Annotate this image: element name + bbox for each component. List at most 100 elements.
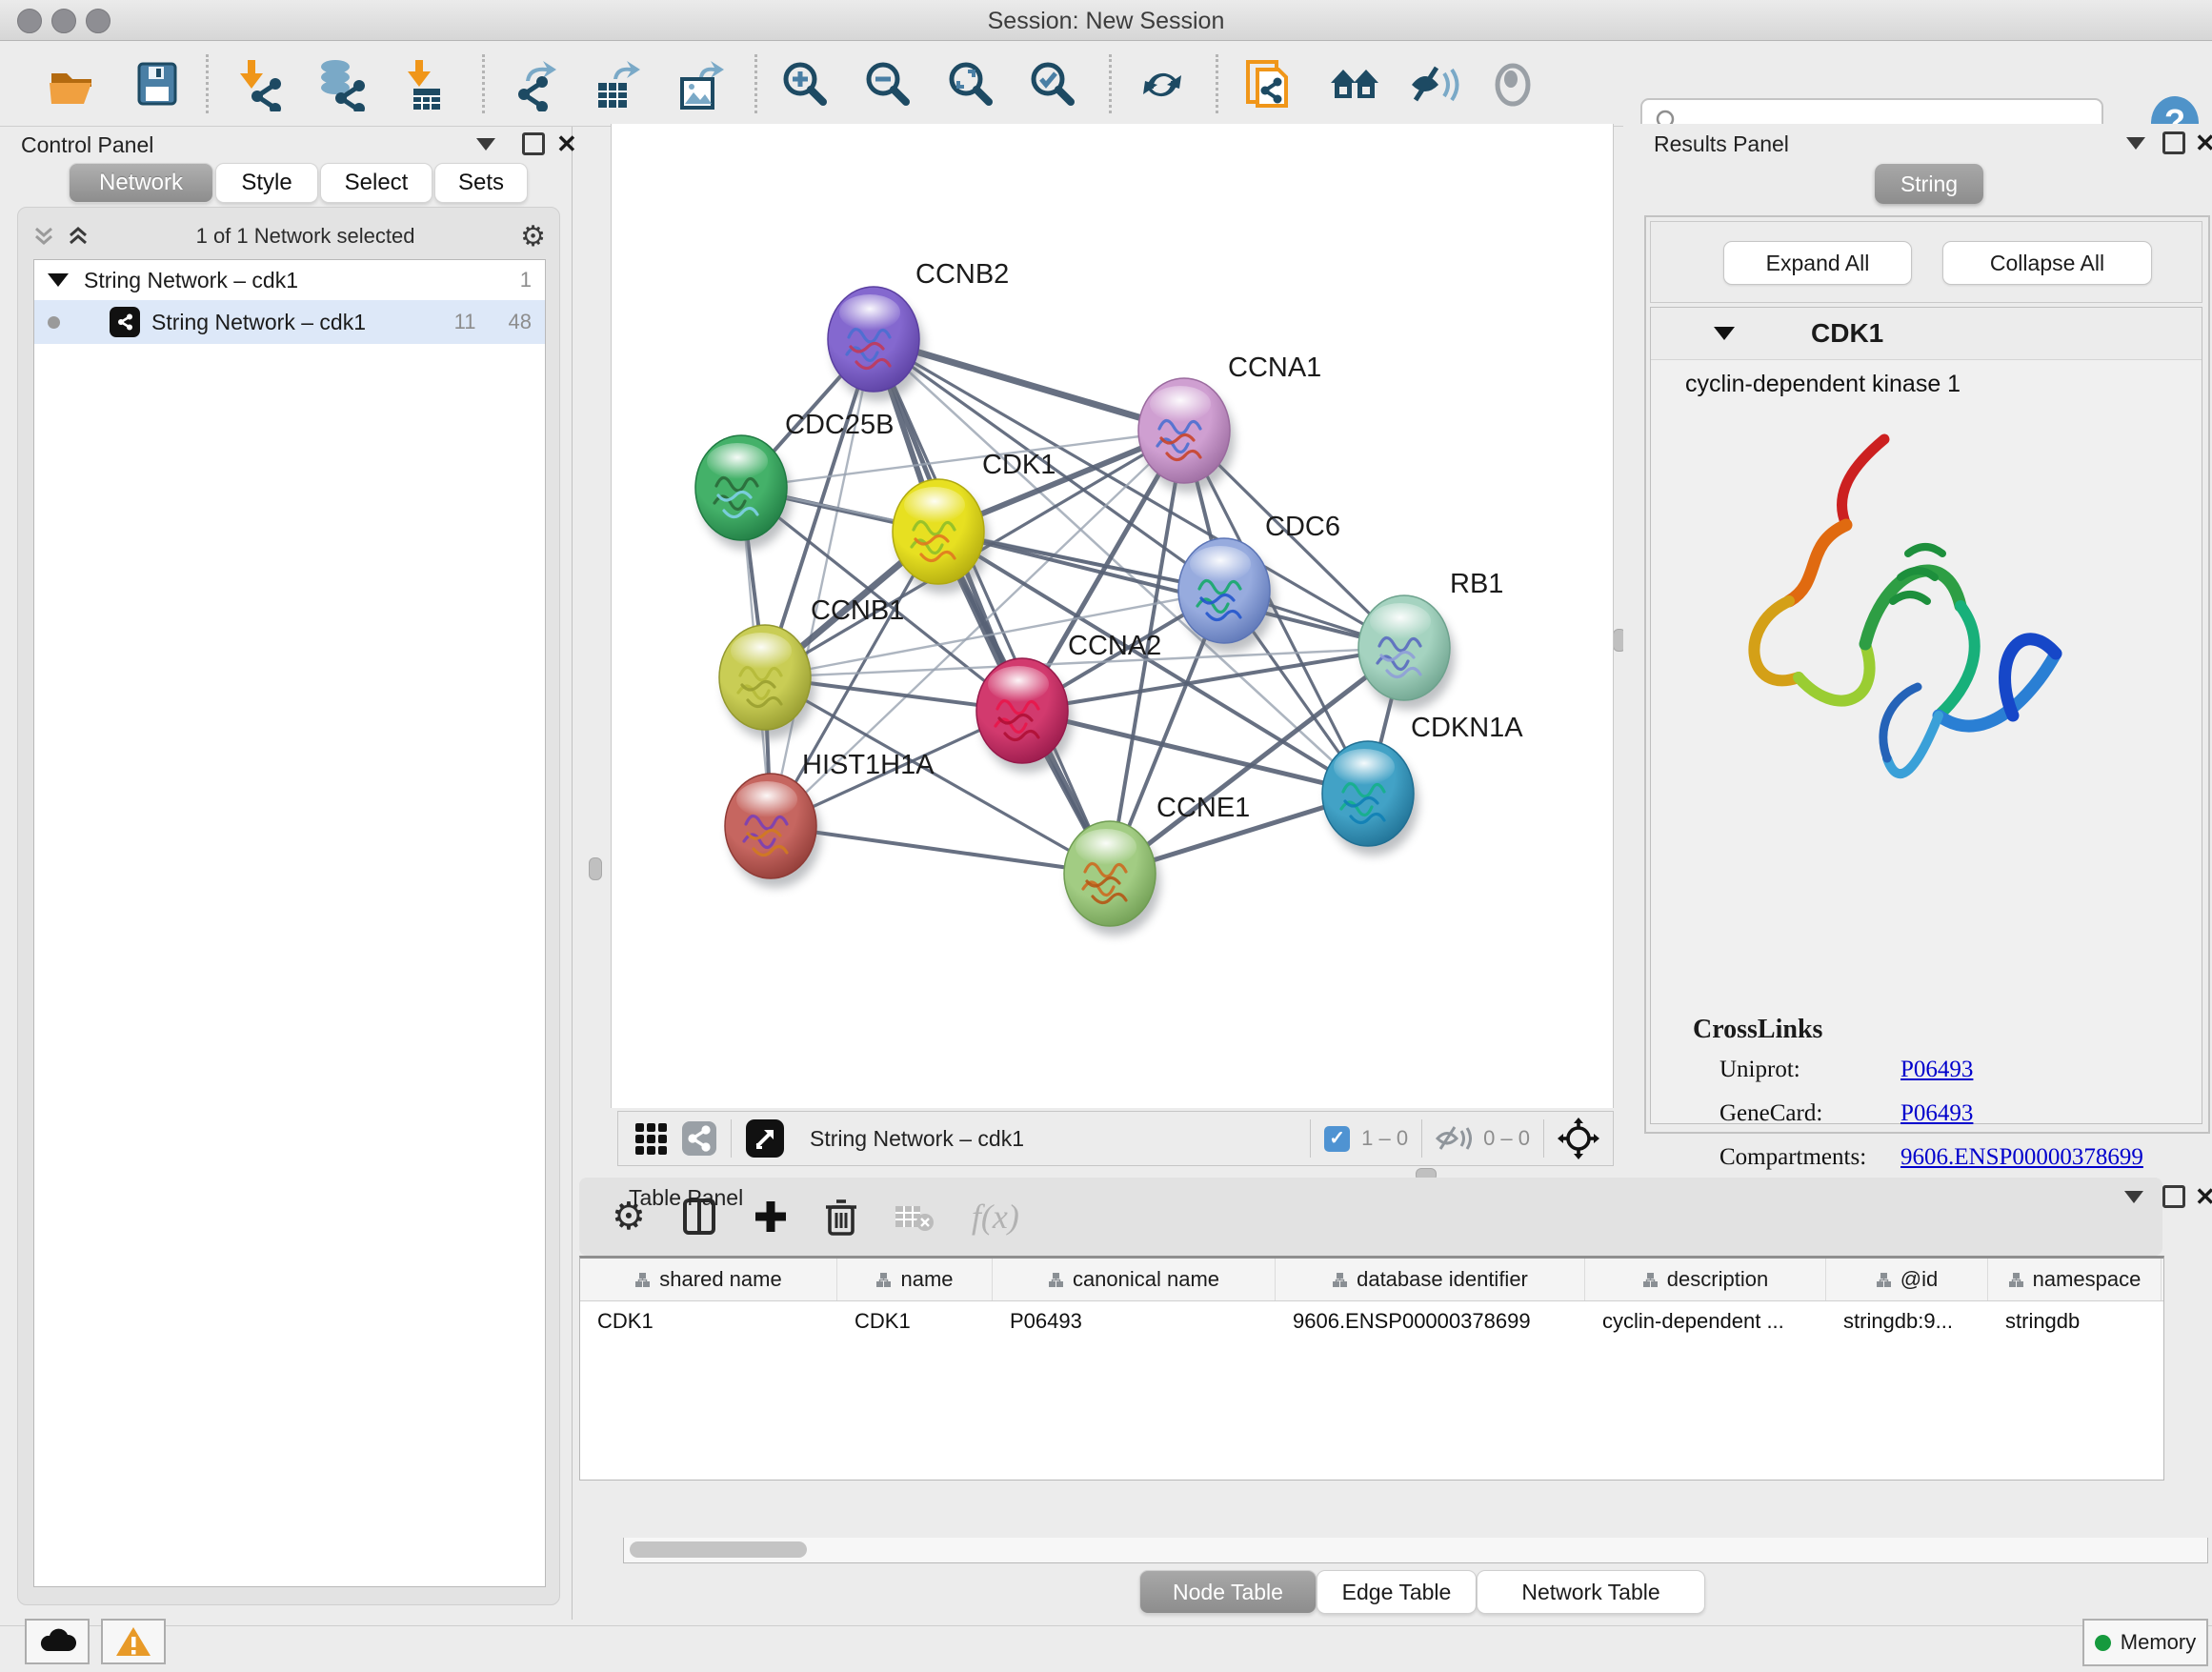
expand-all-icon[interactable] <box>66 224 90 249</box>
grid-mode-icon[interactable] <box>633 1121 668 1156</box>
refresh-layout-icon[interactable] <box>1136 58 1189 111</box>
table-horizontal-scrollbar[interactable] <box>623 1538 2208 1563</box>
zoom-selected-icon[interactable] <box>1027 58 1080 111</box>
import-network-database-icon[interactable] <box>314 58 368 111</box>
zoom-out-icon[interactable] <box>862 58 915 111</box>
gene-collapse-icon[interactable] <box>1714 327 1735 340</box>
selected-checkbox-icon[interactable]: ✓ <box>1324 1126 1350 1152</box>
network-node-CCNA1[interactable] <box>1138 378 1235 493</box>
network-edge-CCNB2-CCNE1[interactable] <box>874 339 1110 874</box>
network-node-CDC25B[interactable] <box>695 435 792 550</box>
add-column-icon[interactable] <box>753 1199 789 1235</box>
cell-description[interactable]: cyclin-dependent ... <box>1585 1301 1826 1343</box>
control-panel-minimize-icon[interactable] <box>476 138 495 151</box>
results-panel-close-icon[interactable]: ✕ <box>2195 133 2212 152</box>
collapse-all-icon[interactable] <box>31 224 56 249</box>
column-header-canonical-name[interactable]: canonical name <box>993 1259 1276 1300</box>
tab-network-table[interactable]: Network Table <box>1477 1570 1705 1614</box>
column-header-database-identifier[interactable]: database identifier <box>1276 1259 1585 1300</box>
open-session-icon[interactable] <box>46 58 99 111</box>
expand-all-button[interactable]: Expand All <box>1723 241 1912 285</box>
tab-sets[interactable]: Sets <box>434 163 528 203</box>
crosslinks-title: CrossLinks <box>1693 1015 1822 1045</box>
home-networks-icon[interactable] <box>1328 58 1381 111</box>
delete-table-icon[interactable] <box>894 1200 935 1233</box>
collapse-all-button[interactable]: Collapse All <box>1942 241 2152 285</box>
cell-database-identifier[interactable]: 9606.ENSP00000378699 <box>1276 1301 1585 1343</box>
hide-selected-icon[interactable] <box>1408 58 1461 111</box>
node-label-CCNA1: CCNA1 <box>1228 353 1321 383</box>
table-panel-float-icon[interactable] <box>2162 1185 2185 1208</box>
cell-@id[interactable]: stringdb:9... <box>1826 1301 1988 1343</box>
results-panel-minimize-icon[interactable] <box>2126 137 2145 150</box>
function-builder-icon[interactable]: f(x) <box>972 1197 1019 1237</box>
warning-button[interactable] <box>101 1619 166 1664</box>
network-canvas[interactable]: CCNB2CCNA1CDC25BCDK1CDC6RB1CCNB1CCNA2CDK… <box>611 124 1614 1108</box>
crosslink-label: Uniprot: <box>1719 1057 1900 1100</box>
export-network-icon[interactable] <box>509 58 562 111</box>
table-panel-minimize-icon[interactable] <box>2124 1191 2143 1203</box>
collection-expand-icon[interactable] <box>48 273 69 287</box>
tab-select[interactable]: Select <box>320 163 432 203</box>
network-edge-CCNA2-CDKN1A[interactable] <box>1022 711 1368 794</box>
export-image-icon[interactable] <box>673 58 726 111</box>
zoom-in-icon[interactable] <box>779 58 833 111</box>
gear-icon[interactable]: ⚙ <box>520 220 546 253</box>
export-table-icon[interactable] <box>589 58 642 111</box>
column-type-icon <box>1876 1272 1892 1288</box>
cell-shared-name[interactable]: CDK1 <box>580 1301 837 1343</box>
cell-name[interactable]: CDK1 <box>837 1301 993 1343</box>
crosslink-link[interactable]: P06493 <box>1900 1100 1973 1144</box>
tab-style[interactable]: Style <box>215 163 318 203</box>
status-separator <box>1310 1119 1311 1158</box>
network-node-CCNB2[interactable] <box>828 287 924 401</box>
gene-section-header[interactable]: CDK1 <box>1651 308 2202 360</box>
control-panel-title: Control Panel <box>21 132 153 158</box>
control-panel-float-icon[interactable] <box>522 132 545 155</box>
network-node-CDC6[interactable] <box>1178 538 1275 653</box>
results-panel-float-icon[interactable] <box>2162 131 2185 154</box>
zoom-fit-icon[interactable] <box>945 58 998 111</box>
tab-network[interactable]: Network <box>69 163 213 203</box>
cloud-button[interactable] <box>25 1619 90 1664</box>
cell-namespace[interactable]: stringdb <box>1988 1301 2162 1343</box>
network-node-CDKN1A[interactable] <box>1322 741 1418 856</box>
network-node-CCNA2[interactable] <box>976 658 1073 773</box>
scrollbar-thumb[interactable] <box>630 1541 807 1558</box>
tab-string[interactable]: String <box>1875 164 1983 204</box>
network-node-RB1[interactable] <box>1358 595 1455 710</box>
import-network-file-icon[interactable] <box>234 58 288 111</box>
toolbar-separator <box>754 54 757 113</box>
column-header-shared-name[interactable]: shared name <box>580 1259 837 1300</box>
network-icon <box>110 307 140 337</box>
network-node-CCNE1[interactable] <box>1064 821 1160 936</box>
delete-column-icon[interactable] <box>825 1198 857 1236</box>
first-neighbors-icon[interactable] <box>1242 58 1296 111</box>
hidden-eye-icon[interactable] <box>1436 1123 1472 1154</box>
network-edge-HIST1H1A-CCNE1[interactable] <box>771 826 1110 874</box>
control-panel-close-icon[interactable]: ✕ <box>556 134 577 153</box>
save-session-icon[interactable] <box>131 58 185 111</box>
table-row[interactable]: CDK1CDK1P064939606.ENSP00000378699cyclin… <box>580 1301 2163 1343</box>
tab-edge-table[interactable]: Edge Table <box>1317 1570 1477 1614</box>
network-row-selected[interactable]: String Network – cdk1 11 48 <box>34 300 545 344</box>
column-header-@id[interactable]: @id <box>1826 1259 1988 1300</box>
import-table-icon[interactable] <box>400 58 453 111</box>
network-collection-row[interactable]: String Network – cdk1 1 <box>34 260 545 300</box>
tab-node-table[interactable]: Node Table <box>1139 1570 1317 1614</box>
cell-canonical-name[interactable]: P06493 <box>993 1301 1276 1343</box>
fit-content-crosshair-icon[interactable] <box>1558 1118 1599 1159</box>
network-node-CCNB1[interactable] <box>719 625 815 739</box>
birdseye-view-icon[interactable] <box>745 1118 785 1158</box>
show-all-icon[interactable] <box>1488 58 1541 111</box>
selected-counts: 1 – 0 <box>1361 1126 1408 1151</box>
crosslink-link[interactable]: P06493 <box>1900 1057 1973 1100</box>
column-header-namespace[interactable]: namespace <box>1988 1259 2162 1300</box>
left-splitter-handle[interactable] <box>589 857 602 880</box>
column-header-description[interactable]: description <box>1585 1259 1826 1300</box>
memory-button[interactable]: Memory <box>2082 1619 2208 1666</box>
table-panel-close-icon[interactable]: ✕ <box>2195 1187 2212 1206</box>
column-header-name[interactable]: name <box>837 1259 993 1300</box>
network-view-mode-icon[interactable] <box>681 1120 717 1157</box>
network-node-CDK1[interactable] <box>893 479 989 594</box>
